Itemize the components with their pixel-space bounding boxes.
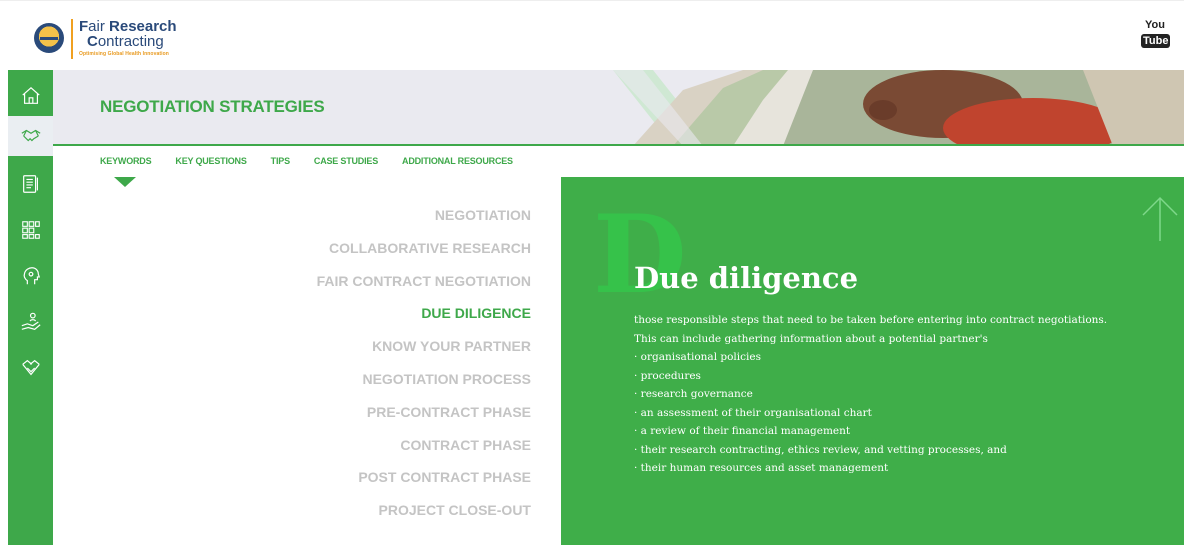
keyword-know-your-partner[interactable]: KNOW YOUR PARTNER (260, 335, 531, 368)
youtube-icon: You (1145, 19, 1165, 31)
definition-bullet: · procedures (634, 369, 701, 382)
top-bar: Fair Research Contracting Optimising Glo… (0, 0, 1184, 70)
brand-name-line2: Contracting (87, 33, 164, 50)
logo-divider (71, 19, 73, 59)
definition-bullet: · their research contracting, ethics rev… (634, 443, 1007, 456)
home-icon (21, 86, 40, 104)
page-title: NEGOTIATION STRATEGIES (100, 97, 325, 116)
sidebar-item-home[interactable] (8, 76, 53, 116)
keyword-collaborative-research[interactable]: COLLABORATIVE RESEARCH (260, 237, 531, 270)
keyword-negotiation[interactable]: NEGOTIATION (260, 204, 531, 237)
tab-tips[interactable]: TIPS (271, 156, 290, 170)
definition-line: This can include gathering information a… (634, 332, 988, 345)
sidebar-item-negotiation[interactable] (8, 116, 53, 156)
keyword-pre-contract-phase[interactable]: PRE-CONTRACT PHASE (260, 401, 531, 434)
keyword-fair-contract-negotiation[interactable]: FAIR CONTRACT NEGOTIATION (260, 270, 531, 303)
sidebar-item-ideas[interactable] (8, 256, 53, 296)
brand-name-line1: Fair Research (79, 18, 177, 35)
definition-panel: D Due diligence those responsible steps … (561, 177, 1184, 545)
tab-case-studies[interactable]: CASE STUDIES (314, 156, 378, 170)
agreement-icon (21, 359, 40, 376)
sidebar-item-support[interactable] (8, 302, 53, 342)
helping-hand-icon (21, 312, 41, 330)
sidebar-item-agreement[interactable] (8, 348, 53, 388)
tab-additional-resources[interactable]: ADDITIONAL RESOURCES (402, 156, 513, 170)
definition-bullet: · their human resources and asset manage… (634, 462, 889, 474)
brand-tagline: Optimising Global Health Innovation (79, 51, 169, 57)
keyword-contract-phase[interactable]: CONTRACT PHASE (260, 434, 531, 467)
logo-seal-icon[interactable] (34, 23, 64, 53)
definition-line: those responsible steps that need to be … (634, 314, 1108, 326)
tab-keywords[interactable]: KEYWORDS (100, 156, 152, 170)
definition-bullet: · an assessment of their organisational … (634, 406, 872, 419)
tab-bar: KEYWORDS KEY QUESTIONS TIPS CASE STUDIES… (100, 156, 537, 170)
hero-image (613, 70, 1184, 144)
sidebar-item-documents[interactable] (8, 164, 53, 204)
definition-bullet: · a review of their financial management (634, 425, 851, 437)
sidebar-item-network[interactable] (8, 210, 53, 250)
head-idea-icon (23, 267, 40, 285)
youtube-icon-tube: Tube (1141, 34, 1171, 48)
keyword-list: NEGOTIATION COLLABORATIVE RESEARCH FAIR … (260, 204, 531, 532)
keyword-negotiation-process[interactable]: NEGOTIATION PROCESS (260, 368, 531, 401)
active-tab-caret-icon (114, 177, 136, 187)
keyword-project-close-out[interactable]: PROJECT CLOSE-OUT (260, 499, 531, 532)
brand-logo[interactable]: Fair Research Contracting Optimising Glo… (79, 19, 177, 57)
tab-key-questions[interactable]: KEY QUESTIONS (175, 156, 246, 170)
page-header: NEGOTIATION STRATEGIES (53, 70, 1184, 146)
document-icon (22, 175, 38, 193)
definition-bullet: · research governance (634, 388, 753, 400)
handshake-icon (21, 129, 40, 142)
definition-body: those responsible steps that need to be … (634, 311, 1154, 478)
keyword-due-diligence[interactable]: DUE DILIGENCE (260, 302, 531, 335)
scroll-up-arrow-icon[interactable] (1141, 195, 1179, 243)
definition-bullet: · organisational policies (634, 351, 761, 363)
network-icon (21, 221, 40, 239)
sidebar-nav (8, 70, 53, 545)
definition-title: Due diligence (634, 261, 859, 295)
keyword-post-contract-phase[interactable]: POST CONTRACT PHASE (260, 466, 531, 499)
youtube-link[interactable]: You Tube (1141, 19, 1171, 53)
